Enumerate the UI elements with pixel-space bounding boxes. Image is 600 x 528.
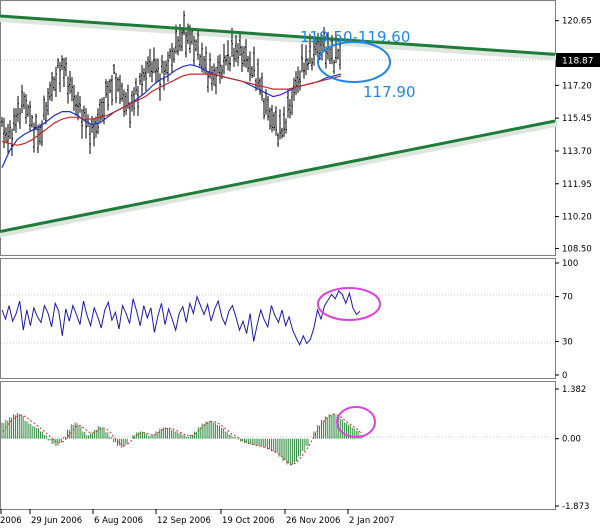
- price-y-tick-label: 120.65: [562, 17, 592, 27]
- price-y-tick-label: 115.45: [562, 114, 592, 124]
- macd-y-tick-label: 1.382: [562, 385, 586, 395]
- oscillator-line: [1, 290, 361, 347]
- price-y-tick-label: 108.50: [562, 244, 592, 254]
- x-tick-label: 12 Sep 2006: [157, 516, 211, 526]
- oscillator-panel-frame: [0, 258, 556, 379]
- trendline-upper: [0, 14, 556, 56]
- forex-chart: 120.65 117.20 115.45 113.70 111.95 110.20 108.…: [0, 0, 600, 526]
- price-support-annotation: 117.90: [363, 83, 416, 101]
- osc-y-tick-label: 30: [562, 337, 573, 347]
- x-axis-ticks: 2006 29 Jun 2006 6 Aug 2006 12 Sep 2006 19 O…: [0, 509, 395, 526]
- osc-y-tick-label: 0: [562, 371, 567, 381]
- macd-histogram: [1, 412, 363, 466]
- macd-y-tick-label: 0.00: [562, 435, 581, 445]
- trendline-shadows: [0, 15, 558, 238]
- price-y-tick-label: 117.20: [562, 81, 592, 91]
- price-y-tick-label: 113.70: [562, 147, 592, 157]
- y-axis-ticks: 120.65 117.20 115.45 113.70 111.95 110.20 108.…: [555, 17, 592, 512]
- macd-signal-line: [2, 413, 362, 466]
- x-tick-label: 6 Aug 2006: [94, 516, 143, 526]
- x-tick-label: 29 Jun 2006: [31, 516, 82, 526]
- osc-y-tick-label: 100: [562, 259, 578, 269]
- x-tick-label: 19 Oct 2006: [222, 516, 275, 526]
- price-y-tick-label: 111.95: [562, 180, 592, 190]
- macd-panel-frame: [0, 381, 556, 510]
- x-tick-label: 26 Nov 2006: [286, 516, 340, 526]
- macd-y-tick-label: -1.873: [562, 502, 589, 512]
- osc-y-tick-label: 70: [562, 293, 573, 303]
- oscillator-series: [1, 290, 361, 347]
- current-price-label: 118.87: [562, 57, 594, 67]
- price-highlight-ellipse: [317, 41, 391, 83]
- price-y-tick-label: 110.20: [562, 213, 592, 223]
- trendlines: [0, 14, 556, 234]
- price-target-range-annotation: 119.50-119.60: [300, 28, 410, 46]
- x-tick-label: 2006: [0, 516, 22, 526]
- oscillator-highlight-ellipse: [317, 287, 381, 321]
- trendline-upper-shadow: [0, 15, 558, 61]
- x-tick-label: 2 Jan 2007: [349, 516, 395, 526]
